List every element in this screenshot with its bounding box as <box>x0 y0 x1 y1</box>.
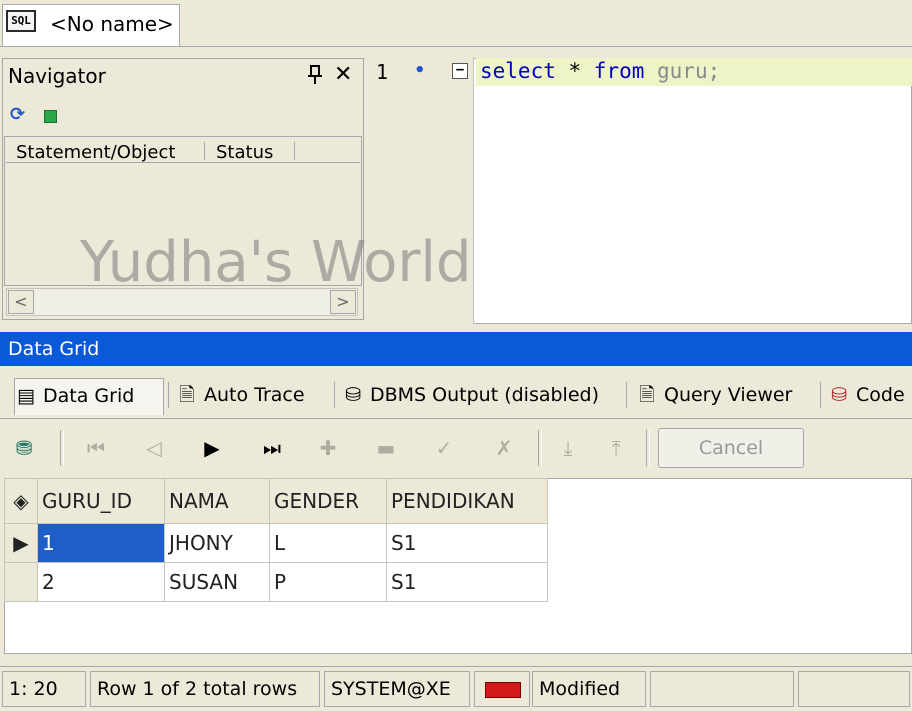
sql-file-icon: SQL <box>6 10 36 32</box>
tab-dbms-output[interactable]: ⛁ DBMS Output (disabled) <box>342 378 599 414</box>
first-record-icon[interactable]: ⏮ <box>80 432 112 464</box>
table-header-row: ◈ GURU_ID NAMA GENDER PENDIDIKAN <box>4 478 548 524</box>
tab-label: Query Viewer <box>664 384 793 406</box>
status-bar: 1: 20 Row 1 of 2 total rows SYSTEM@XE Mo… <box>0 666 912 711</box>
grid-corner-icon: ◈ <box>4 478 38 524</box>
next-record-icon[interactable]: ▶ <box>196 432 228 464</box>
column-header[interactable]: PENDIDIKAN <box>386 478 548 524</box>
row-indicator <box>4 562 38 602</box>
navigator-title: Navigator <box>8 64 106 88</box>
auto-trace-icon: 🗎 <box>179 384 195 406</box>
sql-code-line[interactable]: select * from guru; <box>480 59 720 83</box>
grid-cell[interactable]: S1 <box>386 523 548 563</box>
grid-cell[interactable]: 2 <box>37 562 165 602</box>
pin-icon[interactable] <box>306 64 324 86</box>
tab-data-grid[interactable]: ▤ Data Grid <box>14 378 164 415</box>
delete-record-icon[interactable]: ▬ <box>370 432 402 464</box>
column-header-status[interactable]: Status <box>216 142 273 162</box>
table-row[interactable]: 2 SUSAN P S1 <box>4 562 548 602</box>
status-panel-empty <box>650 671 794 707</box>
insert-record-icon[interactable]: ✚ <box>312 432 344 464</box>
grid-cell[interactable]: JHONY <box>164 523 270 563</box>
status-panel-empty <box>798 671 910 707</box>
keyword-from: from <box>593 59 645 83</box>
statement-marker-icon: • <box>414 60 426 81</box>
tab-code[interactable]: ⛁ Code <box>828 378 905 414</box>
code-table-name: guru; <box>644 59 721 83</box>
result-tabs: ▤ Data Grid 🗎 Auto Trace ⛁ DBMS Output (dis… <box>0 368 912 419</box>
results-table: ◈ GURU_ID NAMA GENDER PENDIDIKAN ▶ 1 JHO… <box>4 478 548 602</box>
code-star: * <box>555 59 594 83</box>
tab-label: Code <box>856 384 905 406</box>
current-row-indicator-icon: ▶ <box>4 523 38 563</box>
post-edit-icon[interactable]: ✓ <box>428 432 460 464</box>
fetch-down-icon[interactable]: ⤓ <box>552 432 584 464</box>
line-number: 1 <box>376 60 389 84</box>
code-icon: ⛁ <box>831 384 847 406</box>
query-viewer-icon: 🗎 <box>639 384 655 406</box>
row-count-status: Row 1 of 2 total rows <box>90 671 320 707</box>
document-tab-label: <No name> <box>50 12 174 36</box>
scroll-left-icon[interactable]: < <box>8 290 34 314</box>
connection-status: SYSTEM@XE <box>324 671 470 707</box>
last-record-icon[interactable]: ⏭ <box>256 432 288 464</box>
cancel-edit-icon[interactable]: ✗ <box>488 432 520 464</box>
prior-record-icon[interactable]: ◁ <box>138 432 170 464</box>
fold-toggle-icon[interactable]: − <box>452 63 468 79</box>
tab-label: Data Grid <box>43 385 135 407</box>
modified-status: Modified <box>532 671 646 707</box>
column-header[interactable]: NAMA <box>164 478 270 524</box>
execute-status-icon[interactable] <box>44 110 57 123</box>
cancel-button[interactable]: Cancel <box>658 428 804 468</box>
grid-cell[interactable]: S1 <box>386 562 548 602</box>
refresh-icon[interactable]: ⟳ <box>10 104 25 125</box>
data-grid-titlebar: Data Grid <box>0 332 912 366</box>
table-row[interactable]: ▶ 1 JHONY L S1 <box>4 523 548 563</box>
watermark-text: Yudha's World <box>80 230 472 295</box>
tab-label: DBMS Output (disabled) <box>370 384 599 406</box>
close-icon[interactable]: ✕ <box>334 62 352 87</box>
grid-cell[interactable]: L <box>269 523 387 563</box>
tab-auto-trace[interactable]: 🗎 Auto Trace <box>176 378 305 414</box>
column-header[interactable]: GURU_ID <box>37 478 165 524</box>
data-grid-icon: ▤ <box>17 385 35 407</box>
dbms-output-icon: ⛁ <box>345 384 361 406</box>
tab-label: Auto Trace <box>204 384 305 406</box>
fetch-up-icon[interactable]: ⤒ <box>600 432 632 464</box>
column-header[interactable]: GENDER <box>269 478 387 524</box>
modified-indicator-icon <box>485 682 521 698</box>
modified-indicator <box>474 671 530 707</box>
database-export-icon[interactable]: ⛃ <box>8 432 40 464</box>
grid-cell[interactable]: 1 <box>37 523 165 563</box>
grid-cell[interactable]: P <box>269 562 387 602</box>
navigator-list-header: Statement/Object Status <box>6 138 360 163</box>
grid-cell[interactable]: SUSAN <box>164 562 270 602</box>
column-header-statement-object[interactable]: Statement/Object <box>16 142 175 162</box>
cursor-position: 1: 20 <box>2 671 86 707</box>
keyword-select: select <box>480 59 556 83</box>
tab-query-viewer[interactable]: 🗎 Query Viewer <box>636 378 792 414</box>
